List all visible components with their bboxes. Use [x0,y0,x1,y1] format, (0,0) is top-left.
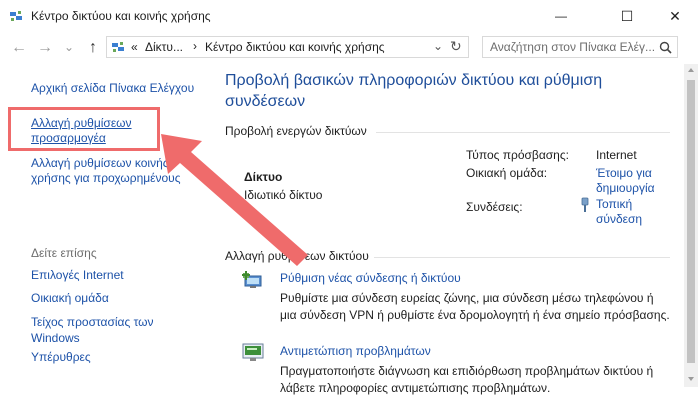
homegroup-value-line2: δημιουργία [596,181,655,195]
sidebar-item-infrared[interactable]: Υπέρυθρες [31,350,91,364]
advanced-sharing-line1: Αλλαγή ρυθμίσεων κοινής [31,156,169,170]
maximize-icon: ☐ [620,7,634,24]
section-divider [374,257,670,258]
chevron-down-icon: ⌄ [63,40,75,54]
refresh-icon[interactable]: ↻ [450,38,462,55]
access-type-label: Τύπος πρόσβασης: [466,148,569,162]
homegroup-label: Οικιακή ομάδα: [466,166,548,180]
close-button[interactable]: ✕ [652,0,698,32]
title-bar: Κέντρο δικτύου και κοινής χρήσης — ☐ ✕ [0,0,698,32]
search-placeholder: Αναζήτηση στον Πίνακα Ελέγ... [490,40,656,54]
setup-desc-line1: Ρυθμίστε μια σύνδεση ευρείας ζώνης, μια … [280,291,654,305]
address-dropdown-icon[interactable]: ⌄ [433,39,443,53]
section-divider [376,132,670,133]
scrollbar-thumb[interactable] [687,80,695,363]
firewall-line2: Windows [31,331,80,345]
search-icon[interactable] [659,41,672,54]
homegroup-ready-link[interactable]: Έτοιμο για δημιουργία [596,166,655,196]
local-connection-link[interactable]: Τοπική σύνδεση [596,197,642,227]
network-center-icon [112,42,124,52]
up-button[interactable]: ↑ [84,39,102,57]
breadcrumb-network[interactable]: Δίκτυ... [145,40,183,54]
minimize-button[interactable]: — [538,0,584,32]
breadcrumb-network-center[interactable]: Κέντρο δικτύου και κοινής χρήσης [205,40,385,54]
scroll-up-icon[interactable] [688,68,694,72]
change-network-settings-heading: Αλλαγή ρυθμίσεων δικτύου [225,249,369,263]
minimize-icon: — [555,9,567,23]
sidebar-item-homegroup[interactable]: Οικιακή ομάδα [31,291,109,305]
window-title: Κέντρο δικτύου και κοινής χρήσης [31,9,211,23]
back-arrow-icon: ← [11,39,27,56]
forward-arrow-icon: → [37,39,53,56]
access-type-value: Internet [596,148,637,162]
connections-value-line1: Τοπική [596,197,633,211]
sidebar-item-windows-firewall[interactable]: Τείχος προστασίας των Windows [31,314,154,346]
homegroup-value-line1: Έτοιμο για [596,166,652,180]
troubleshoot-link[interactable]: Αντιμετώπιση προβλημάτων [280,344,431,358]
page-title-line1: Προβολή βασικών πληροφοριών δικτύου και … [225,72,603,89]
scroll-down-icon[interactable] [688,377,694,381]
connections-label: Συνδέσεις: [466,200,523,214]
firewall-line1: Τείχος προστασίας των [31,315,154,329]
active-networks-heading: Προβολή ενεργών δικτύων [225,124,367,138]
network-center-icon [10,11,22,21]
troubleshoot-desc-line2: λάβετε πληροφορίες αντιμετώπισης προβλημ… [280,381,551,395]
back-button[interactable]: ← [10,39,28,57]
connections-value-line2: σύνδεση [596,212,643,226]
network-name: Δίκτυο [244,170,283,184]
sidebar-item-internet-options[interactable]: Επιλογές Internet [31,268,124,282]
recent-locations-button[interactable]: ⌄ [60,38,78,56]
network-type: Ιδιωτικό δίκτυο [244,188,323,202]
close-icon: ✕ [669,7,681,24]
setup-connection-description: Ρυθμίστε μια σύνδεση ευρείας ζώνης, μια … [280,290,670,324]
troubleshoot-desc-line1: Πραγματοποιήστε διάγνωση και επιδιόρθωση… [280,364,654,378]
vertical-scrollbar[interactable] [684,64,698,387]
search-input[interactable]: Αναζήτηση στον Πίνακα Ελέγ... [482,36,678,58]
setup-connection-link[interactable]: Ρύθμιση νέας σύνδεσης ή δικτύου [280,271,461,285]
troubleshoot-description: Πραγματοποιήστε διάγνωση και επιδιόρθωση… [280,363,653,397]
page-title: Προβολή βασικών πληροφοριών δικτύου και … [225,70,680,112]
network-setup-icon [242,271,262,288]
breadcrumb-separator-icon: › [193,39,197,53]
up-arrow-icon: ↑ [89,39,97,56]
setup-desc-line2: μια σύνδεση VPN ή ρυθμίστε ένα δρομολογη… [280,308,670,322]
breadcrumb-overflow-icon[interactable]: « [131,40,138,54]
sidebar-item-control-panel-home[interactable]: Αρχική σελίδα Πίνακα Ελέγχου [31,81,194,95]
forward-button[interactable]: → [36,39,54,57]
sidebar-item-advanced-sharing[interactable]: Αλλαγή ρυθμίσεων κοινής χρήσης για προχω… [31,156,181,186]
ethernet-icon [581,197,589,212]
page-title-line2: συνδέσεων [225,93,306,110]
address-bar[interactable]: « Δίκτυ... › Κέντρο δικτύου και κοινής χ… [106,36,469,58]
advanced-sharing-line2: χρήσης για προχωρημένους [31,171,181,185]
see-also-heading: Δείτε επίσης [31,246,97,260]
highlight-box [8,107,160,151]
troubleshoot-icon [242,343,264,361]
maximize-button[interactable]: ☐ [604,0,650,32]
